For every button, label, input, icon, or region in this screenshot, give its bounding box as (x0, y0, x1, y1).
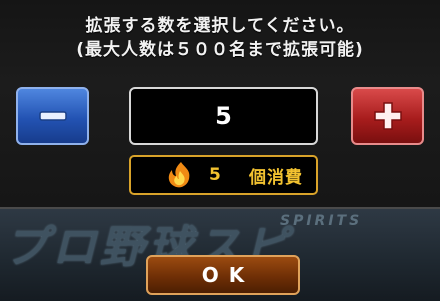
consume-count: 5 (209, 165, 221, 185)
consume-unit: 個消費 (249, 167, 303, 188)
ok-button[interactable]: OK (146, 255, 300, 295)
instruction-note: (最大人数は５００名まで拡張可能) (76, 40, 364, 60)
game-logo-sub: SPIRITS (280, 213, 363, 229)
instruction-text: 拡張する数を選択してください。 (85, 16, 355, 36)
decrement-button[interactable] (16, 87, 89, 145)
minus-icon (38, 111, 67, 121)
flame-icon (168, 162, 190, 188)
plus-icon (373, 102, 402, 130)
expand-dialog: 拡張する数を選択してください。 (最大人数は５００名まで拡張可能) 5 5 個消… (0, 0, 440, 209)
increment-button[interactable] (351, 87, 424, 145)
quantity-value: 5 (129, 87, 318, 145)
consume-cost: 5 個消費 (129, 155, 318, 195)
